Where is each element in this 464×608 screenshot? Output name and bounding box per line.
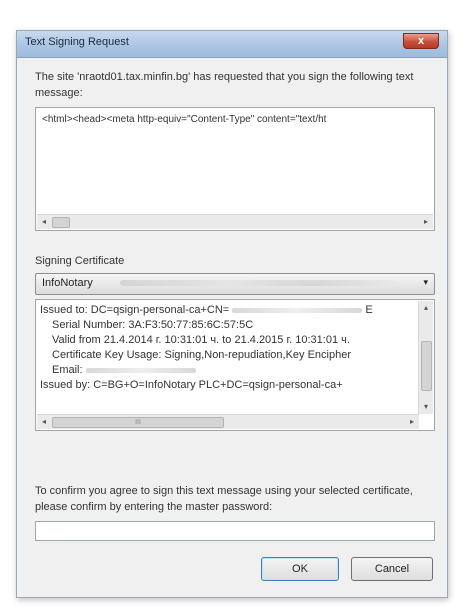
issued-to-text: Issued to: DC=qsign-personal-ca+CN= (40, 304, 230, 316)
email-label: Email: (52, 364, 83, 376)
ok-button[interactable]: OK (261, 557, 339, 581)
master-password-field[interactable] (35, 521, 435, 541)
scroll-left-icon[interactable]: ◂ (37, 215, 51, 229)
scroll-up-icon[interactable]: ▴ (419, 301, 433, 315)
key-usage-line: Certificate Key Usage: Signing,Non-repud… (52, 349, 351, 361)
close-button[interactable]: x (403, 33, 439, 49)
validity-line: Valid from 21.4.2014 г. 10:31:01 ч. to 2… (52, 334, 350, 346)
issued-to-tail: E (365, 304, 373, 316)
request-intro-text: The site 'nraotd01.tax.minfin.bg' has re… (35, 71, 414, 99)
certificate-details-text: Issued to: DC=qsign-personal-ca+CN= E Se… (40, 303, 406, 393)
horizontal-scroll-thumb[interactable]: III (52, 417, 224, 428)
scroll-down-icon[interactable]: ▾ (419, 400, 433, 414)
certificate-vertical-scrollbar[interactable]: ▴ ▾ (418, 301, 433, 414)
serial-number-line: Serial Number: 3A:F3:50:77:85:6C:57:5C (52, 319, 254, 331)
cancel-button[interactable]: Cancel (351, 557, 433, 581)
text-signing-dialog: Text Signing Request x The site 'nraotd0… (16, 30, 448, 598)
certificate-horizontal-scrollbar[interactable]: ◂ III ▸ (37, 414, 419, 429)
scroll-left-icon[interactable]: ◂ (37, 415, 51, 429)
scroll-right-icon[interactable]: ▸ (419, 215, 433, 229)
signing-certificate-label: Signing Certificate (35, 255, 125, 267)
certificate-details-box[interactable]: Issued to: DC=qsign-personal-ca+CN= E Se… (35, 299, 435, 431)
close-icon: x (417, 35, 425, 47)
confirm-instruction-text: To confirm you agree to sign this text m… (35, 485, 413, 513)
scroll-right-icon[interactable]: ▸ (405, 415, 419, 429)
redacted-certificate-name (120, 280, 396, 286)
vertical-scroll-thumb[interactable] (421, 341, 432, 391)
message-textarea[interactable]: <html><head><meta http-equiv="Content-Ty… (35, 107, 435, 231)
redacted-email (85, 367, 196, 373)
issued-by-line: Issued by: C=BG+O=InfoNotary PLC+DC=qsig… (40, 379, 343, 391)
window-title: Text Signing Request (25, 36, 129, 48)
message-horizontal-scrollbar[interactable]: ◂ ▸ (37, 214, 433, 229)
certificate-select[interactable]: InfoNotary ▾ (35, 273, 435, 295)
issued-to-line: Issued to: DC=qsign-personal-ca+CN= E (40, 303, 406, 318)
certificate-selected-value: InfoNotary (42, 277, 93, 289)
title-bar[interactable]: Text Signing Request x (17, 31, 447, 58)
message-text: <html><head><meta http-equiv="Content-Ty… (42, 114, 327, 125)
email-line: Email: (40, 363, 406, 378)
redacted-name (232, 307, 363, 313)
scroll-thumb[interactable] (52, 217, 70, 228)
chevron-down-icon[interactable]: ▾ (423, 277, 428, 288)
